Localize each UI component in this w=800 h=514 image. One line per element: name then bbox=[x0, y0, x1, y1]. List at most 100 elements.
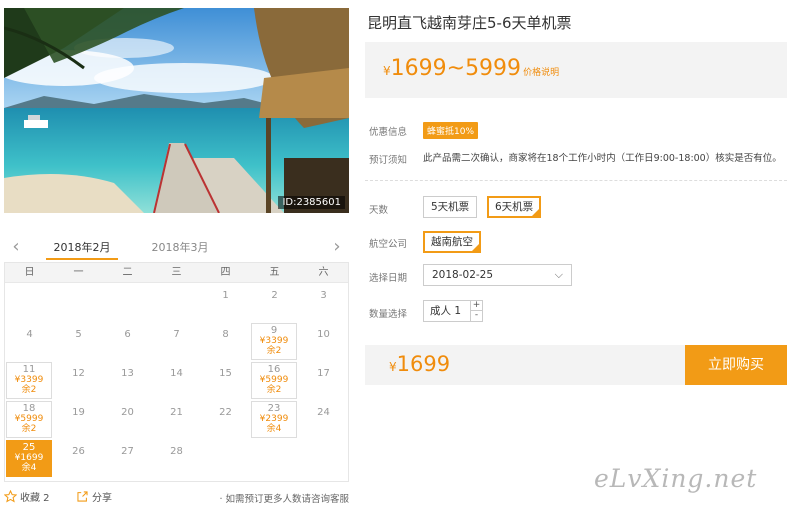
price-range-value: 1699~5999 bbox=[390, 56, 522, 81]
weekday-sun: 日 bbox=[24, 267, 35, 278]
calendar-day-price: ¥5999 bbox=[14, 414, 44, 424]
calendar-day-number: 14 bbox=[170, 368, 183, 379]
weekday-tue: 二 bbox=[122, 267, 133, 278]
calendar-day-number: 21 bbox=[170, 407, 183, 418]
calendar-days: 1 2 3 4 5 6 7 8 9 ¥3399 余2 10 11 ¥3399 余2 12 13 14 15 16 ¥59… bbox=[5, 283, 348, 478]
calendar-day-25[interactable]: 25 ¥1699 余4 bbox=[5, 439, 54, 478]
calendar-day-number: 18 bbox=[22, 403, 36, 414]
calendar-day-7: 7 bbox=[152, 322, 201, 361]
calendar-day-price: ¥5999 bbox=[259, 375, 289, 385]
discount-label: 优惠信息 bbox=[369, 127, 408, 138]
total-price: ¥1699 bbox=[389, 352, 450, 376]
calendar-day-number: 11 bbox=[22, 364, 36, 375]
calendar-day-9[interactable]: 9 ¥3399 余2 bbox=[250, 322, 299, 361]
calendar-day-1: 1 bbox=[201, 283, 250, 322]
calendar-day-27: 27 bbox=[103, 439, 152, 478]
tab-month-feb[interactable]: 2018年2月 bbox=[46, 239, 118, 255]
calendar-day-number: 20 bbox=[121, 407, 134, 418]
weekday-fri: 五 bbox=[269, 267, 280, 278]
total-price-value: 1699 bbox=[396, 352, 451, 376]
calendar-day-price: ¥3399 bbox=[14, 375, 44, 385]
calendar-day-number: 17 bbox=[317, 368, 330, 379]
calendar-day-box: 25 ¥1699 余4 bbox=[6, 440, 52, 477]
calendar-day-box: 23 ¥2399 余4 bbox=[251, 401, 297, 438]
calendar-day-20: 20 bbox=[103, 400, 152, 439]
calendar-day-number: 13 bbox=[121, 368, 134, 379]
calendar-day-number: 10 bbox=[317, 329, 330, 340]
calendar-day-remaining: 余4 bbox=[21, 463, 37, 473]
section-divider bbox=[365, 180, 787, 181]
calendar-day-number: 3 bbox=[320, 290, 327, 301]
calendar-day-19: 19 bbox=[54, 400, 103, 439]
calendar-day-number: 23 bbox=[267, 403, 281, 414]
calendar-day-number: 12 bbox=[72, 368, 85, 379]
date-select[interactable]: 2018-02-25 ⌵ bbox=[423, 264, 572, 286]
calendar-empty-cell bbox=[103, 283, 152, 322]
tab-month-mar[interactable]: 2018年3月 bbox=[144, 239, 216, 255]
favorite-count: 收藏 2 bbox=[20, 493, 50, 504]
calendar-day-number: 19 bbox=[72, 407, 85, 418]
quantity-buttons: + - bbox=[470, 301, 482, 321]
selected-date: 2018-02-25 bbox=[432, 269, 494, 281]
quantity-decrease-button[interactable]: - bbox=[471, 311, 482, 321]
calendar-day-16[interactable]: 16 ¥5999 余2 bbox=[250, 361, 299, 400]
calendar-day-number: 16 bbox=[267, 364, 281, 375]
calendar-day-number: 9 bbox=[270, 325, 278, 336]
calendar-day-6: 6 bbox=[103, 322, 152, 361]
calendar-day-24: 24 bbox=[299, 400, 348, 439]
calendar-day-13: 13 bbox=[103, 361, 152, 400]
calendar-month-nav: ‹ 2018年2月 2018年3月 › bbox=[4, 236, 349, 262]
product-actions: 收藏 2 分享 · 如需预订更多人数请咨询客服 bbox=[4, 489, 349, 507]
calendar-day-remaining: 余2 bbox=[266, 385, 282, 395]
price-range: ¥1699~5999 价格说明 bbox=[383, 56, 559, 81]
price-explanation-link[interactable]: 价格说明 bbox=[523, 68, 559, 78]
favorite-button[interactable]: 收藏 2 bbox=[4, 489, 50, 504]
calendar-week-row: 4 5 6 7 8 9 ¥3399 余2 10 bbox=[5, 322, 348, 361]
calendar-day-26: 26 bbox=[54, 439, 103, 478]
site-watermark: eLvXing.net bbox=[594, 464, 758, 493]
calendar-empty-cell bbox=[299, 439, 348, 478]
calendar-day-21: 21 bbox=[152, 400, 201, 439]
calendar-empty-cell bbox=[5, 283, 54, 322]
calendar-day-number: 26 bbox=[72, 446, 85, 457]
total-currency-symbol: ¥ bbox=[389, 360, 397, 374]
consult-service-link[interactable]: · 如需预订更多人数请咨询客服 bbox=[219, 491, 349, 505]
calendar-day-3: 3 bbox=[299, 283, 348, 322]
quantity-value: 成人 1 bbox=[430, 305, 462, 317]
days-label: 天数 bbox=[369, 205, 389, 216]
purchase-bar: ¥1699 立即购买 bbox=[365, 345, 787, 385]
share-icon bbox=[77, 491, 88, 502]
calendar-day-2: 2 bbox=[250, 283, 299, 322]
calendar-day-11[interactable]: 11 ¥3399 余2 bbox=[5, 361, 54, 400]
weekday-sat: 六 bbox=[318, 267, 329, 278]
option-5-day-ticket[interactable]: 5天机票 bbox=[423, 196, 478, 218]
calendar-empty-cell bbox=[152, 283, 201, 322]
calendar-day-23[interactable]: 23 ¥2399 余4 bbox=[250, 400, 299, 439]
calendar-day-10: 10 bbox=[299, 322, 348, 361]
product-photo: ID:2385601 bbox=[4, 8, 349, 213]
calendar-day-number: 4 bbox=[26, 329, 33, 340]
chevron-right-icon[interactable]: › bbox=[329, 236, 345, 258]
calendar-day-18[interactable]: 18 ¥5999 余2 bbox=[5, 400, 54, 439]
calendar-day-number: 22 bbox=[219, 407, 232, 418]
calendar-day-price: ¥2399 bbox=[259, 414, 289, 424]
date-label: 选择日期 bbox=[369, 273, 408, 284]
chevron-left-icon[interactable]: ‹ bbox=[8, 236, 24, 258]
weekday-mon: 一 bbox=[73, 267, 84, 278]
buy-now-button[interactable]: 立即购买 bbox=[685, 345, 787, 385]
calendar-day-15: 15 bbox=[201, 361, 250, 400]
calendar-day-number: 1 bbox=[222, 290, 229, 301]
active-month-indicator bbox=[46, 258, 118, 260]
calendar-day-remaining: 余2 bbox=[21, 424, 37, 434]
calendar-empty-cell bbox=[201, 439, 250, 478]
option-6-day-ticket[interactable]: 6天机票 bbox=[487, 196, 542, 218]
currency-symbol: ¥ bbox=[383, 64, 391, 78]
share-button[interactable]: 分享 bbox=[76, 489, 112, 504]
calendar-empty-cell bbox=[250, 439, 299, 478]
option-vietnam-airlines[interactable]: 越南航空 bbox=[423, 231, 481, 253]
calendar-day-8: 8 bbox=[201, 322, 250, 361]
calendar-week-row: 1 2 3 bbox=[5, 283, 348, 322]
calendar-week-row: 25 ¥1699 余4 26 27 28 bbox=[5, 439, 348, 478]
chevron-down-icon: ⌵ bbox=[554, 268, 563, 281]
calendar-week-row: 18 ¥5999 余2 19 20 21 22 23 ¥2399 余4 24 bbox=[5, 400, 348, 439]
